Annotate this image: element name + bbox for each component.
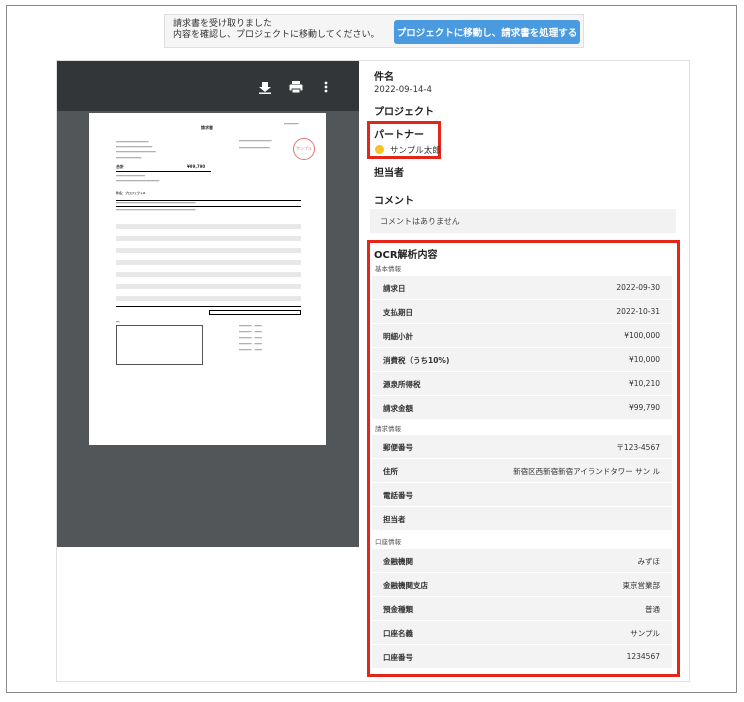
ocr-row: 明細小計 ¥100,000 <box>372 324 672 347</box>
ocr-row: 請求金額 ¥99,790 <box>372 396 672 419</box>
section-billing: 請求情報 <box>375 425 401 433</box>
pdf-note: ━━━━━━━━━━━━━━━━ <box>116 174 145 178</box>
pdf-summary: ━━━━━━━ ━━━━ <box>239 330 262 334</box>
pdf-recipient: ━━━━━━━━━━━━━━━━━━ <box>116 140 149 144</box>
ocr-row: 郵便番号 〒123-4567 <box>372 435 672 458</box>
pdf-table-row <box>116 224 301 229</box>
download-icon[interactable] <box>258 79 272 94</box>
project-label: プロジェクト <box>374 107 434 118</box>
banner-line-1: 請求書を受け取りました <box>173 19 273 29</box>
pdf-table-row <box>116 296 301 301</box>
pdf-subtotal-box <box>209 310 301 315</box>
ocr-row: 金融機関支店 東京営業部 <box>372 573 672 596</box>
ocr-row: 担当者 <box>372 507 672 530</box>
pdf-remarks-label: ━━ <box>116 320 120 324</box>
comment-label: コメント <box>374 196 414 207</box>
ocr-row: 電話番号 <box>372 483 672 506</box>
pdf-table-row <box>116 260 301 265</box>
notification-banner: 請求書を受け取りました 内容を確認し、プロジェクトに移動してください。 プロジェ… <box>164 14 584 48</box>
pdf-total-label: 合計 <box>116 164 124 169</box>
section-bank: 口座情報 <box>375 538 401 546</box>
partner-label: パートナー <box>374 130 424 141</box>
ocr-row: 預金種類 普通 <box>372 597 672 620</box>
ocr-row: 住所 新宿区西新宿新宿アイランドタワー サン ル <box>372 459 672 482</box>
pdf-summary: ━━━━━━━ ━━━━ <box>239 348 262 352</box>
pdf-note-2: ━━━━━━━━━━━━━━━━━━━━━━━━ <box>116 179 160 183</box>
partner-avatar <box>375 145 384 154</box>
pdf-issuer: ━━━━━━━━━━━━━━━━━━ <box>239 139 272 143</box>
pdf-table-header: ━━━━━━━━━━━━━━━━━━━━━━━━━━━━━━━━━━━━━━━━… <box>116 201 196 205</box>
pdf-table-row <box>116 236 301 241</box>
pdf-meta: ━━━━━━━━ <box>284 122 299 126</box>
more-vert-icon[interactable] <box>323 79 329 93</box>
subject-label: 件名 <box>374 72 394 83</box>
ocr-row: 消費税（うち10%) ¥10,000 <box>372 348 672 371</box>
subject-value: 2022-09-14-4 <box>374 85 432 95</box>
ocr-title: OCR解析内容 <box>374 250 438 261</box>
pdf-viewer[interactable]: 請求書 ━━━━━━━━ ━━━━━━━━━━━━━━━━━━ ━━━━━━━━… <box>57 61 359 547</box>
pdf-summary: ━━━━━━━ ━━━━ <box>239 324 262 328</box>
pdf-table-row: ━━━━━━━━━━━━━━━━━━━━━━━━━━━━━━━━━━━━━━━━… <box>116 208 196 212</box>
pdf-title: 請求書 <box>201 125 213 130</box>
pdf-remarks-box <box>116 325 203 365</box>
go-to-project-button[interactable]: プロジェクトに移動し、請求書を処理する <box>394 20 580 44</box>
banner-line-2: 内容を確認し、プロジェクトに移動してください。 <box>173 30 380 40</box>
pdf-total-value: ¥99,790 <box>187 164 206 169</box>
partner-name[interactable]: サンプル太郎 <box>390 144 441 156</box>
pdf-summary: ━━━━━━━ ━━━━ <box>239 336 262 340</box>
banner-message: 請求書を受け取りました 内容を確認し、プロジェクトに移動してください。 <box>173 19 379 41</box>
ocr-row: 支払期日 2022-10-31 <box>372 300 672 323</box>
ocr-row: 口座番号 1234567 <box>372 645 672 668</box>
ocr-row: 金融機関 みずほ <box>372 549 672 572</box>
pdf-total-underline <box>116 171 211 172</box>
pdf-address: ━━━━━━━━━━━━━━━━━━━━ <box>116 145 153 149</box>
pdf-table-row <box>116 248 301 253</box>
pdf-page-preview: 請求書 ━━━━━━━━ ━━━━━━━━━━━━━━━━━━ ━━━━━━━━… <box>89 113 326 445</box>
pdf-project-heading: 件名：プロジェクトA <box>116 191 146 195</box>
pdf-address-2: ━━━━━━━━━━━━━━━━━━━━━━ <box>116 150 156 154</box>
pdf-table-bottom <box>116 306 301 307</box>
section-basic: 基本情報 <box>375 265 401 273</box>
pdf-toolbar <box>57 61 359 111</box>
pdf-summary: ━━━━━━━ ━━━━ <box>239 342 262 346</box>
pdf-table-line <box>116 206 301 207</box>
owner-label: 担当者 <box>374 168 404 179</box>
ocr-row: 口座名義 サンプル <box>372 621 672 644</box>
ocr-row: 請求日 2022-09-30 <box>372 276 672 299</box>
pdf-issuer-2: ━━━━━━━━━━━━━━━━━ <box>239 146 270 150</box>
comment-box: コメントはありません <box>370 209 676 233</box>
pdf-table-row <box>116 272 301 277</box>
print-icon[interactable] <box>289 79 303 94</box>
pdf-table-row <box>116 284 301 289</box>
pdf-contact: ━━━━━━━━━━━━━━ <box>116 156 142 160</box>
pdf-stamp: サンプル <box>293 138 315 160</box>
ocr-row: 源泉所得税 ¥10,210 <box>372 372 672 395</box>
